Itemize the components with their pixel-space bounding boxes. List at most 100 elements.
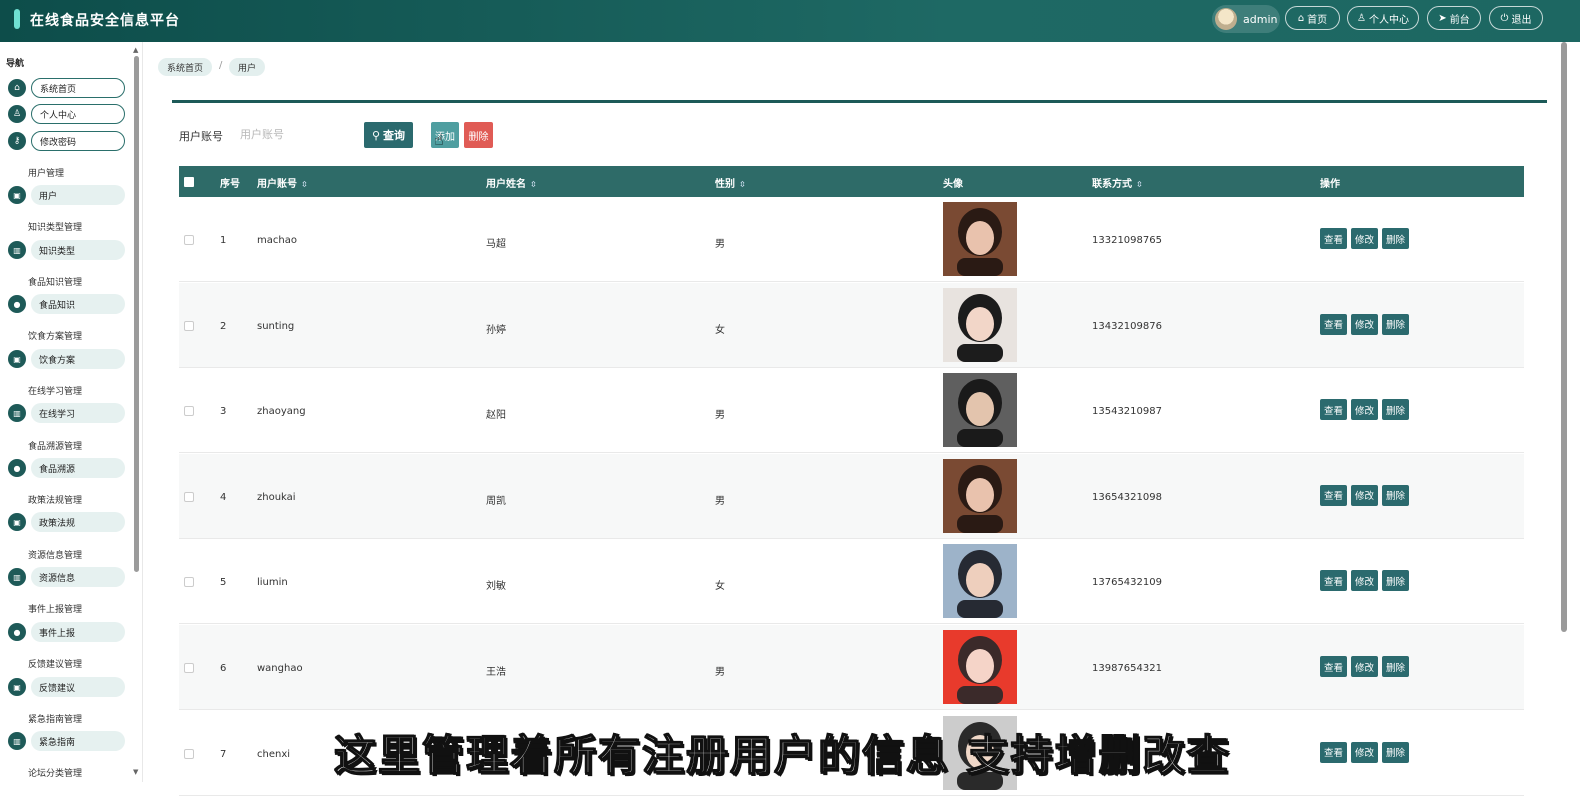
sidebar-item-event-report[interactable]: ● 事件上报: [8, 621, 125, 643]
user-avatar-photo: [943, 458, 1017, 533]
page-scrollbar[interactable]: [1560, 42, 1568, 782]
profile-button[interactable]: ♙ 个人中心: [1347, 6, 1419, 30]
cell-index: 3: [220, 406, 227, 418]
search-input[interactable]: [232, 121, 352, 147]
map-pin-icon: ●: [8, 623, 26, 641]
sidebar-item-diet-plan[interactable]: ▣ 饮食方案: [8, 348, 125, 370]
header-avatar: 头像: [943, 179, 963, 190]
cell-index: 2: [220, 320, 227, 332]
breadcrumb-current: 用户: [229, 58, 266, 76]
header-gender[interactable]: 性别 ⇳: [715, 175, 746, 190]
cell-name: 刘敏: [486, 581, 506, 593]
edit-button[interactable]: 修改: [1351, 484, 1378, 506]
sort-icon[interactable]: ⇳: [1136, 180, 1143, 189]
video-caption: 这里管理着所有注册用户的信息 支持增删改查: [333, 730, 1231, 781]
table-header: 序号 用户账号 ⇳ 用户姓名 ⇳ 性别 ⇳ 头像 联系方式 ⇳ 操作: [179, 166, 1524, 197]
power-icon: ⏻: [1500, 12, 1509, 24]
view-button[interactable]: 查看: [1320, 570, 1347, 592]
row-checkbox[interactable]: [184, 491, 194, 502]
sidebar-item-food-knowledge[interactable]: ● 食品知识: [8, 293, 125, 315]
group-title-user: 用户管理: [28, 169, 65, 179]
frontend-button[interactable]: ➤ 前台: [1427, 6, 1481, 30]
user-name: admin: [1243, 12, 1278, 26]
view-button[interactable]: 查看: [1320, 484, 1347, 506]
person-icon: ♙: [1357, 12, 1366, 24]
cell-phone: 13321098765: [1092, 235, 1162, 246]
cell-account: liumin: [257, 577, 288, 589]
home-button[interactable]: ⌂ 首页: [1285, 6, 1340, 30]
bar-chart-icon: ▥: [8, 241, 26, 259]
cell-phone: 13654321098: [1092, 491, 1162, 503]
delete-button[interactable]: 删除: [1382, 570, 1409, 592]
cell-gender: 男: [715, 495, 725, 507]
sort-icon[interactable]: ⇳: [739, 180, 746, 189]
sidebar-item-profile[interactable]: ♙ 个人中心: [8, 103, 125, 125]
cell-index: 4: [220, 491, 227, 503]
cell-name: 孙婷: [486, 324, 506, 336]
cell-phone: 13987654321: [1092, 663, 1162, 674]
header-name[interactable]: 用户姓名 ⇳: [486, 175, 537, 190]
hand-cursor-icon: ☝: [434, 130, 444, 149]
row-checkbox[interactable]: [184, 235, 194, 245]
cell-account: sunting: [257, 320, 295, 332]
delete-button[interactable]: 删除: [1382, 656, 1409, 677]
person-icon: ♙: [8, 105, 26, 123]
sidebar-item-feedback[interactable]: ▣ 反馈建议: [8, 676, 125, 698]
delete-button[interactable]: 删除: [1382, 484, 1409, 506]
sort-icon[interactable]: ⇳: [530, 180, 537, 189]
batch-delete-button[interactable]: 删除: [464, 122, 493, 148]
row-checkbox[interactable]: [184, 406, 194, 417]
sort-icon[interactable]: ⇳: [301, 180, 308, 189]
select-all-checkbox[interactable]: [184, 177, 194, 187]
query-button[interactable]: ⚲ 查询: [364, 122, 413, 148]
group-title-policy: 政策法规管理: [28, 496, 83, 506]
breadcrumb-separator: /: [219, 60, 223, 71]
edit-button[interactable]: 修改: [1351, 656, 1378, 677]
delete-button[interactable]: 删除: [1382, 228, 1409, 249]
view-button[interactable]: 查看: [1320, 399, 1347, 421]
cell-gender: 男: [715, 410, 725, 422]
sidebar-item-password[interactable]: ⚷ 修改密码: [8, 130, 125, 152]
home-icon: ⌂: [8, 79, 26, 97]
page-scroll-thumb[interactable]: [1561, 42, 1567, 632]
edit-button[interactable]: 修改: [1351, 570, 1378, 592]
header-account[interactable]: 用户账号 ⇳: [257, 175, 308, 190]
map-pin-icon: ●: [8, 295, 26, 313]
group-title-resource: 资源信息管理: [28, 551, 83, 561]
sidebar-item-knowledge-type[interactable]: ▥ 知识类型: [8, 239, 125, 261]
scroll-up-icon[interactable]: ▲: [133, 46, 138, 54]
header-phone[interactable]: 联系方式 ⇳: [1092, 175, 1143, 190]
logout-button[interactable]: ⏻ 退出: [1489, 6, 1543, 30]
sidebar-scrollbar[interactable]: ▲ ▼: [132, 46, 140, 776]
sidebar-item-home[interactable]: ⌂ 系统首页: [8, 77, 125, 99]
sidebar-item-food-trace[interactable]: ● 食品溯源: [8, 457, 125, 479]
cell-gender: 女: [715, 581, 725, 593]
sidebar-scroll-thumb[interactable]: [134, 56, 139, 572]
avatar: [1215, 8, 1237, 30]
table-row: 3 zhaoyang 赵阳 男 13543210987 查看 修改 删除: [179, 368, 1524, 454]
delete-button[interactable]: 删除: [1382, 313, 1409, 335]
logo-mark: [14, 9, 20, 29]
cell-phone: 13765432109: [1092, 577, 1162, 589]
row-checkbox[interactable]: [184, 663, 194, 673]
edit-button[interactable]: 修改: [1351, 228, 1378, 249]
view-button[interactable]: 查看: [1320, 656, 1347, 677]
group-title-food-trace: 食品溯源管理: [28, 442, 83, 452]
cell-name: 周凯: [486, 495, 506, 507]
view-button[interactable]: 查看: [1320, 228, 1347, 249]
sidebar-item-online-learning[interactable]: ▥ 在线学习: [8, 402, 125, 424]
edit-button[interactable]: 修改: [1351, 399, 1378, 421]
breadcrumb-home[interactable]: 系统首页: [158, 58, 213, 76]
sidebar-item-user[interactable]: ▣ 用户: [8, 184, 125, 206]
sidebar-item-policy[interactable]: ▣ 政策法规: [8, 511, 125, 533]
delete-button[interactable]: 删除: [1382, 399, 1409, 421]
view-button[interactable]: 查看: [1320, 313, 1347, 335]
search-label: 用户账号: [179, 130, 223, 143]
row-checkbox[interactable]: [184, 577, 194, 588]
edit-button[interactable]: 修改: [1351, 313, 1378, 335]
user-menu[interactable]: admin: [1212, 5, 1280, 33]
row-checkbox[interactable]: [184, 320, 194, 331]
header-actions: 操作: [1320, 179, 1340, 190]
home-icon: ⌂: [1297, 12, 1305, 24]
sidebar-item-resource[interactable]: ▥ 资源信息: [8, 566, 125, 588]
